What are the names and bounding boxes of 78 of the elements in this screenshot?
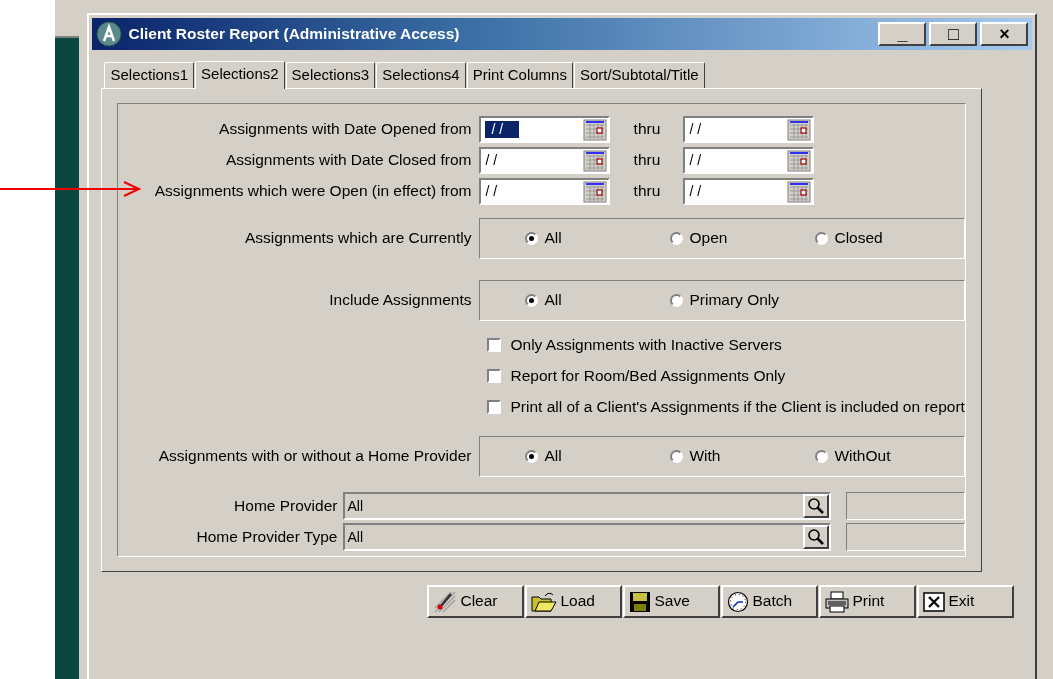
tab[interactable]: Print Columns	[466, 62, 573, 88]
date-field[interactable]: / /	[479, 178, 611, 205]
maximize-button[interactable]: □	[929, 22, 978, 46]
field-label: Assignments with Date Closed from	[224, 151, 473, 170]
app-logo-icon	[96, 21, 123, 47]
field-value: All	[347, 528, 364, 546]
search-button[interactable]	[802, 525, 829, 549]
option-label[interactable]: Open	[689, 229, 728, 248]
toolbar-button[interactable]: Save	[623, 585, 721, 618]
radio-button[interactable]	[670, 450, 684, 463]
date-field[interactable]: / /	[479, 147, 611, 174]
toolbar-button[interactable]: Batch	[721, 585, 819, 618]
calendar-icon[interactable]	[583, 149, 608, 172]
field-value: All	[347, 497, 364, 515]
window-title: Client Roster Report (Administrative Access)	[128, 24, 461, 44]
calendar-icon[interactable]	[787, 118, 812, 141]
group-label: Include Assignments	[328, 291, 473, 310]
close-box-icon	[923, 591, 946, 612]
lookup-field[interactable]: All	[343, 492, 831, 520]
option-label[interactable]: All	[544, 291, 562, 310]
calendar-icon[interactable]	[787, 180, 812, 203]
group-label: Assignments which are Currently	[243, 229, 473, 248]
search-button[interactable]	[802, 494, 829, 518]
radio-button[interactable]	[525, 450, 539, 463]
minimize-button[interactable]: _	[878, 22, 927, 46]
checkbox-label[interactable]: Print all of a Client's Assignments if the Client is included on report	[510, 397, 965, 417]
option-label[interactable]: WithOut	[834, 447, 891, 466]
checkbox[interactable]	[487, 400, 502, 414]
search-icon	[806, 497, 825, 515]
close-button[interactable]: ×	[980, 22, 1029, 46]
calendar-icon[interactable]	[787, 149, 812, 172]
toolbar-button[interactable]: Exit	[917, 585, 1015, 618]
calendar-icon[interactable]	[583, 118, 608, 141]
clock-icon	[727, 590, 750, 613]
printer-icon	[825, 590, 850, 613]
field-label: Home Provider Type	[195, 527, 339, 547]
date-field[interactable]: / /	[683, 178, 815, 205]
field-label: Home Provider	[233, 496, 339, 516]
folder-icon	[531, 590, 558, 613]
date-field[interactable]: / /	[683, 116, 815, 143]
date-text: / /	[485, 152, 498, 169]
search-icon	[806, 528, 825, 546]
thru-label: thru	[632, 151, 662, 170]
eraser-icon	[433, 589, 458, 614]
checkbox[interactable]	[487, 338, 502, 352]
field-label: Assignments with Date Opened from	[218, 120, 473, 139]
date-field[interactable]: / /	[479, 116, 611, 143]
radio-button[interactable]	[815, 232, 829, 245]
lookup-field[interactable]: All	[343, 523, 831, 551]
calendar-icon[interactable]	[583, 180, 608, 203]
tab[interactable]: Selections2	[195, 61, 285, 89]
radio-button[interactable]	[525, 294, 539, 307]
radio-button[interactable]	[670, 294, 684, 307]
radio-button[interactable]	[525, 232, 539, 245]
tab[interactable]: Selections3	[285, 62, 376, 88]
toolbar-button[interactable]: Clear	[427, 585, 525, 618]
toolbar-button[interactable]: Load	[525, 585, 623, 618]
radio-button[interactable]	[815, 450, 829, 463]
selected-date-text: / /	[485, 121, 520, 138]
radio-button[interactable]	[670, 232, 684, 245]
date-field[interactable]: / /	[683, 147, 815, 174]
tab[interactable]: Selections4	[376, 62, 466, 88]
date-text: / /	[485, 183, 498, 200]
option-label[interactable]: All	[544, 447, 562, 466]
tab[interactable]: Selections1	[104, 62, 195, 88]
toolbar-button[interactable]: Print	[819, 585, 917, 618]
checkbox-label[interactable]: Report for Room/Bed Assignments Only	[510, 366, 786, 386]
checkbox[interactable]	[487, 369, 502, 383]
tab[interactable]: Sort/Subtotal/Title	[573, 62, 705, 88]
option-label[interactable]: Closed	[834, 229, 883, 248]
field-label: Assignments which were Open (in effect) from	[153, 182, 473, 201]
thru-label: thru	[632, 182, 662, 201]
option-label[interactable]: With	[689, 447, 721, 466]
group-label: Assignments with or without a Home Provider	[157, 447, 473, 466]
checkbox-label[interactable]: Only Assignments with Inactive Servers	[510, 335, 782, 355]
thru-label: thru	[632, 120, 662, 139]
option-label[interactable]: All	[544, 229, 562, 248]
option-label[interactable]: Primary Only	[689, 291, 780, 310]
